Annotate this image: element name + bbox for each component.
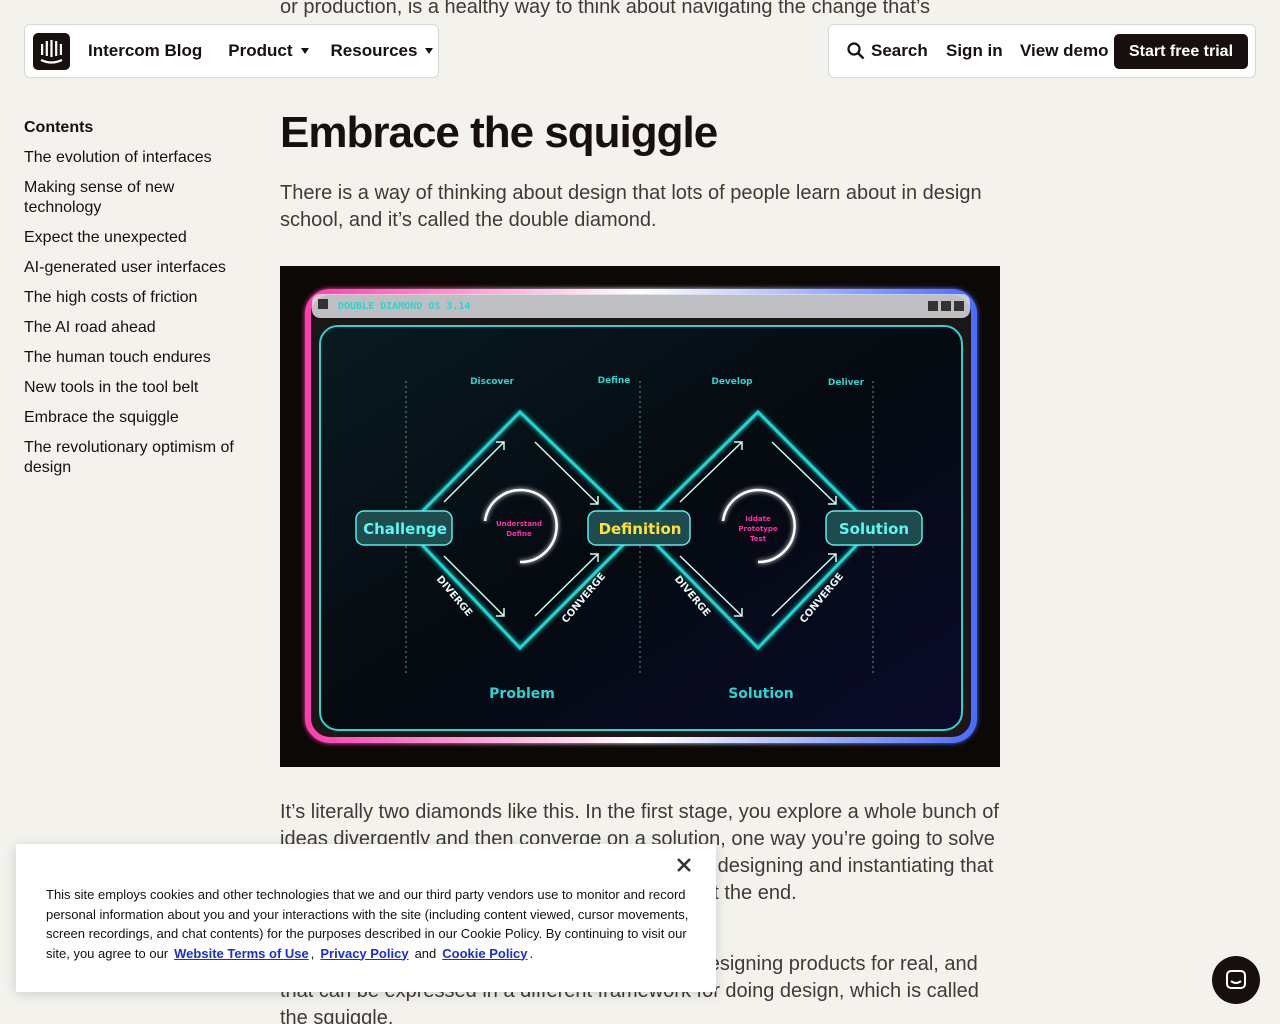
bottom-label: Solution bbox=[728, 686, 794, 702]
site-nav-left: Intercom Blog Product Resources bbox=[24, 24, 439, 78]
search-button[interactable]: Search bbox=[847, 41, 928, 61]
toc-item[interactable]: Making sense of new technology bbox=[24, 178, 244, 218]
caret-down-icon bbox=[425, 48, 434, 54]
window-maximize-icon bbox=[941, 301, 951, 311]
window-menu-icon bbox=[318, 299, 328, 309]
site-nav-right: Search Sign in View demo Start free tria… bbox=[828, 24, 1256, 78]
loop-label: Test bbox=[750, 535, 767, 543]
product-menu-label: Product bbox=[228, 41, 293, 60]
cookie-comma: , bbox=[310, 945, 315, 961]
chat-icon bbox=[1226, 970, 1246, 989]
chat-launcher-button[interactable] bbox=[1212, 956, 1260, 1004]
double-diamond-diagram: DOUBLE DIAMOND OS 3.14 Discover Define D… bbox=[305, 289, 977, 743]
toc-item[interactable]: AI-generated user interfaces bbox=[24, 258, 244, 278]
search-icon bbox=[847, 42, 865, 60]
toc-item[interactable]: The AI road ahead bbox=[24, 318, 244, 338]
intercom-logo-icon[interactable] bbox=[33, 32, 70, 70]
blog-home-link[interactable]: Intercom Blog bbox=[88, 41, 202, 61]
loop-label: Define bbox=[506, 530, 532, 538]
caret-down-icon bbox=[300, 48, 309, 54]
cookie-text: This site employs cookies and other tech… bbox=[46, 885, 696, 963]
cookie-period: . bbox=[529, 945, 534, 961]
bottom-label: Problem bbox=[489, 686, 555, 702]
section-heading: Embrace the squiggle bbox=[280, 108, 718, 157]
toc-item[interactable]: Expect the unexpected bbox=[24, 228, 244, 248]
phase-label: Discover bbox=[470, 377, 514, 387]
privacy-policy-link[interactable]: Privacy Policy bbox=[320, 946, 408, 961]
cookie-banner: This site employs cookies and other tech… bbox=[16, 844, 716, 992]
website-terms-link[interactable]: Website Terms of Use bbox=[174, 946, 309, 961]
double-diamond-illustration: DOUBLE DIAMOND OS 3.14 Discover Define D… bbox=[280, 266, 1000, 767]
stage-node-label: Challenge bbox=[363, 520, 447, 538]
phase-label: Deliver bbox=[828, 378, 865, 388]
window-title: DOUBLE DIAMOND OS 3.14 bbox=[338, 301, 470, 312]
loop-label: Iddate bbox=[745, 515, 771, 523]
loop-label: Understand bbox=[496, 520, 542, 528]
toc-item[interactable]: The high costs of friction bbox=[24, 288, 244, 308]
stage-node-label: Solution bbox=[839, 520, 909, 538]
start-free-trial-button[interactable]: Start free trial bbox=[1114, 34, 1248, 69]
phase-label: Develop bbox=[711, 377, 753, 387]
product-menu[interactable]: Product bbox=[228, 41, 309, 61]
toc-item[interactable]: The revolutionary optimism of design bbox=[24, 438, 244, 478]
cookie-and: and bbox=[414, 945, 437, 961]
resources-menu-label: Resources bbox=[330, 41, 418, 60]
article-paragraph-partial: or production, is a healthy way to think… bbox=[280, 0, 931, 18]
toc-item[interactable]: Embrace the squiggle bbox=[24, 408, 244, 428]
cookie-policy-link[interactable]: Cookie Policy bbox=[442, 946, 527, 961]
article-paragraph: There is a way of thinking about design … bbox=[280, 182, 982, 231]
resources-menu[interactable]: Resources bbox=[331, 41, 434, 61]
close-icon[interactable] bbox=[675, 856, 693, 874]
window-close-icon bbox=[954, 301, 964, 311]
search-label: Search bbox=[871, 41, 928, 60]
table-of-contents: Contents The evolution of interfaces Mak… bbox=[24, 118, 244, 488]
toc-item[interactable]: The evolution of interfaces bbox=[24, 148, 244, 168]
stage-node-label: Definition bbox=[599, 520, 682, 538]
toc-item[interactable]: The human touch endures bbox=[24, 348, 244, 368]
toc-item[interactable]: New tools in the tool belt bbox=[24, 378, 244, 398]
view-demo-link[interactable]: View demo bbox=[1020, 41, 1109, 61]
window-minimize-icon bbox=[928, 301, 938, 311]
sign-in-link[interactable]: Sign in bbox=[946, 41, 1003, 61]
toc-title: Contents bbox=[24, 119, 94, 136]
loop-label: Prototype bbox=[738, 525, 777, 533]
phase-label: Define bbox=[598, 376, 631, 386]
